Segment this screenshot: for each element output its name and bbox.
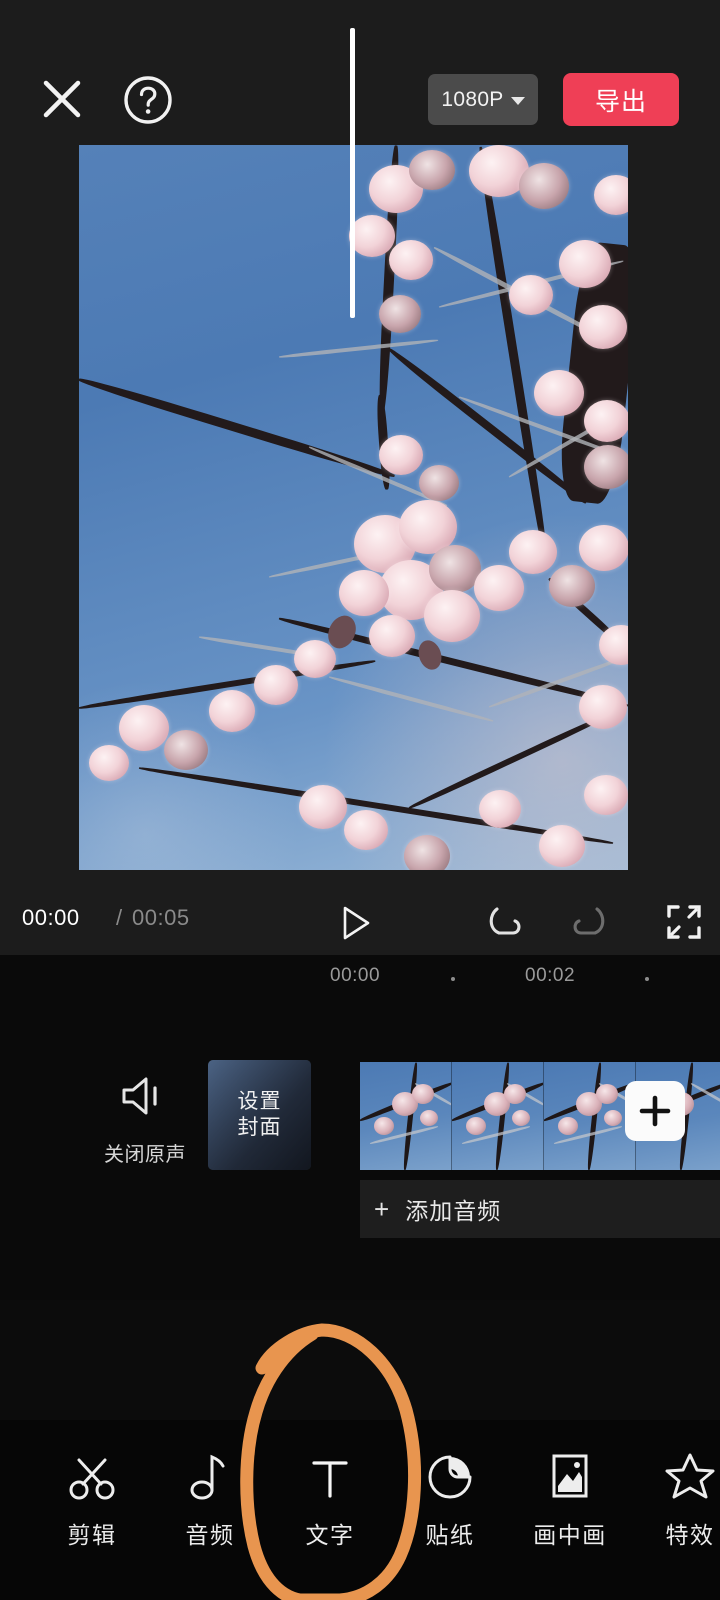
picture-in-picture-icon	[545, 1440, 595, 1502]
mute-label: 关闭原声	[104, 1144, 186, 1166]
redo-button[interactable]	[567, 903, 607, 941]
current-time: 00:00	[22, 905, 80, 930]
tool-label: 剪辑	[67, 1522, 117, 1548]
tool-label: 音频	[185, 1522, 235, 1548]
tool-sticker[interactable]: 贴纸	[391, 1440, 509, 1570]
mute-original-sound-button[interactable]: 关闭原声	[95, 1073, 195, 1168]
close-icon[interactable]	[38, 75, 86, 123]
timeline-ruler[interactable]: 00:00 00:02	[0, 955, 720, 1003]
plus-icon: +	[374, 1194, 390, 1224]
time-separator: /	[116, 905, 123, 930]
resolution-button[interactable]: 1080P	[428, 74, 538, 125]
tool-audio[interactable]: 音频	[151, 1440, 269, 1570]
playback-bar: 00:00 / 00:05	[0, 885, 720, 955]
text-t-icon	[306, 1440, 354, 1502]
tool-label: 画中画	[533, 1522, 607, 1548]
bottom-toolbar: 剪辑 音频 文字 贴纸 画中画 特效	[0, 1420, 720, 1600]
top-bar: 1080P 导出	[0, 0, 720, 145]
star-effects-icon	[663, 1440, 717, 1502]
ruler-label: 00:00	[330, 965, 381, 986]
tool-text[interactable]: 文字	[271, 1440, 389, 1570]
preview-area	[0, 145, 720, 885]
ruler-label: 00:02	[525, 965, 576, 986]
tool-label: 贴纸	[425, 1522, 475, 1548]
video-editor-screen: 1080P 导出 00:00 / 00:05 00:00 00:02 关闭原声 …	[0, 0, 720, 1600]
clip-thumbnail[interactable]	[360, 1062, 452, 1170]
fullscreen-icon[interactable]	[665, 903, 703, 941]
ruler-tick-dot	[645, 977, 649, 981]
clip-thumbnail[interactable]	[452, 1062, 544, 1170]
add-clip-button[interactable]	[625, 1081, 685, 1141]
music-note-icon	[187, 1440, 233, 1502]
sticker-icon	[425, 1440, 475, 1502]
play-button[interactable]	[335, 903, 375, 943]
tool-picture-in-picture[interactable]: 画中画	[511, 1440, 629, 1570]
cover-label-line2: 封面	[237, 1116, 282, 1139]
tool-edit[interactable]: 剪辑	[33, 1440, 151, 1570]
tool-label: 文字	[305, 1522, 355, 1548]
add-audio-label: 添加音频	[405, 1198, 502, 1224]
scissors-icon	[66, 1440, 118, 1502]
set-cover-button[interactable]: 设置 封面	[208, 1060, 311, 1170]
undo-button[interactable]	[487, 903, 527, 941]
export-label: 导出	[594, 87, 647, 116]
chevron-down-icon	[510, 96, 525, 105]
clip-thumbnail[interactable]	[544, 1062, 636, 1170]
total-time: 00:05	[132, 905, 190, 930]
add-audio-row[interactable]: + 添加音频	[360, 1180, 720, 1238]
ruler-tick-dot	[451, 977, 455, 981]
cover-label-line1: 设置	[237, 1089, 282, 1113]
tool-label: 特效	[665, 1522, 715, 1548]
resolution-label: 1080P	[441, 87, 504, 111]
playhead[interactable]	[350, 28, 355, 318]
speaker-mute-icon	[118, 1073, 172, 1124]
help-circle-icon[interactable]	[122, 74, 174, 126]
export-button[interactable]: 导出	[563, 73, 679, 126]
plus-icon	[639, 1095, 671, 1127]
tool-effects[interactable]: 特效	[631, 1440, 720, 1570]
